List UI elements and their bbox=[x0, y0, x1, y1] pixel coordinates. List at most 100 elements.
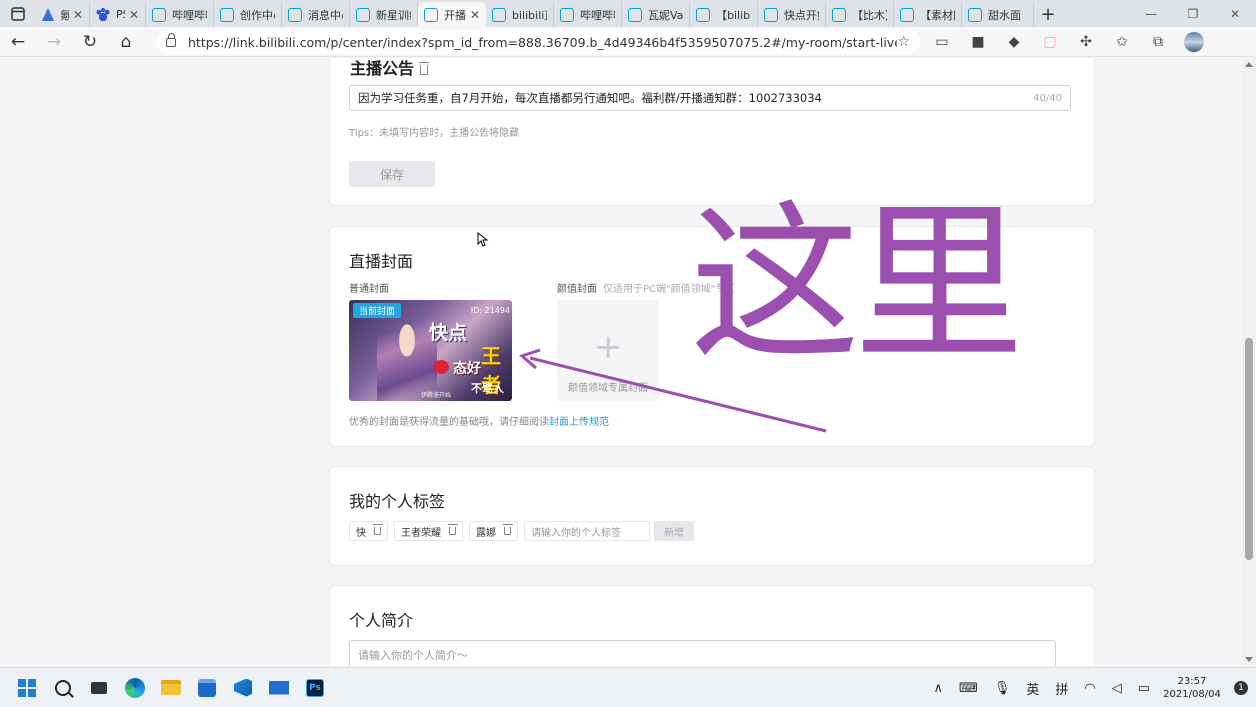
minimize-button[interactable]: — bbox=[1130, 0, 1172, 27]
page-content: 主播公告 因为学习任务重，自7月开始，每次直播都另行通知吧。福利群/开播通知群：… bbox=[0, 58, 1242, 666]
cover-character-art bbox=[377, 314, 437, 401]
browser-tab[interactable]: PS_ ✕ bbox=[90, 2, 146, 27]
scroll-up-icon[interactable] bbox=[1245, 62, 1253, 67]
browser-tab[interactable]: 开播 ✕ bbox=[418, 2, 486, 27]
address-bar[interactable]: https://link.bilibili.com/p/center/index… bbox=[156, 30, 920, 54]
scroll-down-icon[interactable] bbox=[1245, 657, 1253, 662]
new-tab-button[interactable]: + bbox=[1034, 2, 1062, 27]
tag-chip[interactable]: 快 bbox=[349, 521, 388, 541]
bilibili-tv-icon bbox=[832, 7, 846, 22]
tag-chip[interactable]: 王者荣耀 bbox=[394, 521, 463, 541]
close-window-button[interactable]: ✕ bbox=[1214, 0, 1256, 27]
browser-tab[interactable]: 【bilibili bbox=[690, 2, 758, 27]
announcement-input[interactable]: 因为学习任务重，自7月开始，每次直播都另行通知吧。福利群/开播通知群：10027… bbox=[349, 85, 1071, 111]
close-tab-icon[interactable]: ✕ bbox=[470, 8, 480, 22]
refresh-button[interactable]: ↻ bbox=[72, 27, 108, 57]
extensions-bar: ▭ ■ ◆ ▢ ✣ ✩ ⧉ bbox=[924, 27, 1212, 57]
keyboard-icon[interactable]: ⌨ bbox=[951, 681, 986, 696]
add-favorite-icon[interactable]: ☆ bbox=[897, 34, 910, 50]
forward-button[interactable]: → bbox=[36, 27, 72, 57]
home-button[interactable]: ⌂ bbox=[108, 27, 144, 57]
browser-tab[interactable]: 哔哩哔哩 bbox=[146, 2, 214, 27]
favorites-icon[interactable]: ✩ bbox=[1104, 27, 1140, 57]
browser-tab[interactable]: 瓦妮Vane bbox=[622, 2, 690, 27]
ime-language[interactable]: 英 bbox=[1018, 679, 1047, 698]
edge-taskbar-button[interactable] bbox=[117, 668, 153, 707]
browser-tab[interactable]: 哔哩哔哩 bbox=[554, 2, 622, 27]
maximize-button[interactable]: ❐ bbox=[1172, 0, 1214, 27]
extensions-puzzle-icon[interactable]: ✣ bbox=[1068, 27, 1104, 57]
browser-tab[interactable]: 【比木】 bbox=[826, 2, 894, 27]
back-button[interactable]: ← bbox=[0, 27, 36, 57]
browser-tab[interactable]: 创作中心 bbox=[214, 2, 282, 27]
wifi-icon[interactable]: ◠ bbox=[1076, 681, 1103, 696]
browser-tab[interactable]: 新星训练 bbox=[350, 2, 418, 27]
extension-badge-icon[interactable]: ■ bbox=[960, 27, 996, 57]
mail-taskbar-button[interactable] bbox=[261, 668, 297, 707]
shield-extension-icon[interactable]: ◆ bbox=[996, 27, 1032, 57]
store-icon bbox=[198, 678, 216, 697]
system-tray: ∧ ⌨ 🎙︎ 英 拼 ◠ ◁ ▭ 23:57 2021/08/04 1 bbox=[926, 668, 1256, 707]
lock-icon bbox=[166, 32, 176, 47]
tab-label: 【比木】 bbox=[852, 8, 887, 22]
screen-cast-icon[interactable]: ▭ bbox=[924, 27, 960, 57]
current-cover-image[interactable]: 当前封面 ID: 21494 快点 王者 态好 不骂人 伊腾洛开始 bbox=[349, 300, 512, 401]
bilibili-extension-icon[interactable]: ▢ bbox=[1032, 27, 1068, 57]
announcement-card: 主播公告 因为学习任务重，自7月开始，每次直播都另行通知吧。福利群/开播通知群：… bbox=[329, 58, 1095, 206]
browser-tab[interactable]: 氪✕ bbox=[36, 2, 90, 27]
start-button[interactable] bbox=[9, 668, 45, 707]
notification-badge[interactable]: 1 bbox=[1234, 681, 1248, 695]
tab-label: 哔哩哔哩 bbox=[172, 8, 207, 22]
tab-actions-icon bbox=[11, 6, 25, 21]
cover-text-4: 不骂人 bbox=[471, 382, 504, 395]
normal-cover-label: 普通封面 bbox=[349, 284, 389, 295]
close-tab-icon[interactable]: ✕ bbox=[129, 8, 139, 22]
tab-actions-button[interactable] bbox=[0, 0, 36, 27]
bilibili-tv-icon bbox=[560, 7, 574, 22]
task-view-button[interactable] bbox=[81, 668, 117, 707]
tab-label: 【素材网 bbox=[920, 8, 955, 22]
search-icon bbox=[55, 679, 71, 696]
edge-icon bbox=[125, 677, 145, 698]
add-tag-button[interactable]: 新增 bbox=[654, 521, 694, 541]
scrollbar-thumb[interactable] bbox=[1245, 338, 1253, 560]
cover-guidelines-link[interactable]: 封面上传规范 bbox=[549, 417, 609, 428]
tab-label: 瓦妮Vane bbox=[648, 8, 683, 22]
photoshop-taskbar-button[interactable]: Ps bbox=[297, 668, 333, 707]
beauty-cover-upload[interactable]: + 颜值领域专属封面 bbox=[557, 300, 659, 401]
browser-tab[interactable]: 消息中心 bbox=[282, 2, 350, 27]
tag-chip[interactable]: 露娜 bbox=[469, 521, 518, 541]
collections-icon[interactable]: ⧉ bbox=[1140, 27, 1176, 57]
nav-arrow-icon bbox=[42, 8, 54, 21]
volume-icon[interactable]: ◁ bbox=[1104, 681, 1130, 696]
beauty-cover-label: 颜值封面 仅适用于PC端"颜值领域"专区 bbox=[557, 284, 736, 295]
bio-card: 个人简介 请输入你的个人简介～ bbox=[329, 585, 1095, 666]
delete-tag-icon[interactable] bbox=[373, 524, 383, 535]
close-tab-icon[interactable]: ✕ bbox=[73, 8, 83, 22]
profile-avatar-button[interactable] bbox=[1176, 27, 1212, 57]
browser-tab[interactable]: 快点开始 bbox=[758, 2, 826, 27]
explorer-taskbar-button[interactable] bbox=[153, 668, 189, 707]
bio-input[interactable]: 请输入你的个人简介～ bbox=[349, 640, 1056, 666]
battery-icon[interactable]: ▭ bbox=[1130, 681, 1158, 696]
delete-tag-icon[interactable] bbox=[448, 524, 458, 535]
search-button[interactable] bbox=[45, 668, 81, 707]
windows-logo-icon bbox=[18, 678, 36, 697]
browser-tab[interactable]: 【素材网 bbox=[894, 2, 962, 27]
chevron-up-icon[interactable]: ∧ bbox=[926, 681, 952, 696]
page-scrollbar[interactable] bbox=[1242, 58, 1256, 666]
tag-input[interactable]: 请输入你的个人标签 bbox=[524, 521, 650, 541]
trash-icon[interactable] bbox=[419, 61, 430, 75]
save-button[interactable]: 保存 bbox=[349, 161, 435, 187]
vscode-taskbar-button[interactable] bbox=[225, 668, 261, 707]
microphone-icon[interactable]: 🎙︎ bbox=[986, 681, 1019, 696]
tab-label: 快点开始 bbox=[784, 8, 819, 22]
ime-mode[interactable]: 拼 bbox=[1047, 679, 1076, 698]
browser-tab[interactable]: bilibili直 bbox=[486, 2, 554, 27]
cover-id-text: ID: 21494 bbox=[470, 306, 510, 315]
tab-label: 创作中心 bbox=[240, 8, 275, 22]
browser-tab[interactable]: 甜水面 bbox=[962, 2, 1034, 27]
delete-tag-icon[interactable] bbox=[503, 524, 513, 535]
clock[interactable]: 23:57 2021/08/04 bbox=[1158, 675, 1226, 701]
store-taskbar-button[interactable] bbox=[189, 668, 225, 707]
